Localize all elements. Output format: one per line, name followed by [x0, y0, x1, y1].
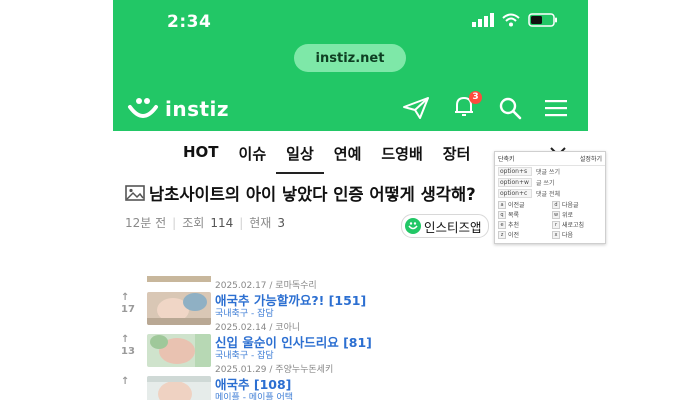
shortcut-key: w [552, 210, 560, 219]
battery-icon [528, 13, 557, 27]
shortcut-row: option+w 글 쓰기 [495, 177, 605, 188]
meta-divider: | [239, 215, 244, 230]
tab-drama[interactable]: 드영배 [371, 140, 432, 174]
shortcut-key: d [552, 200, 560, 209]
shortcut-key: r [552, 220, 560, 229]
shortcut-row: option+c 댓글 전체 [495, 188, 605, 199]
shortcut-desc: 댓글 전체 [536, 191, 560, 198]
tab-market[interactable]: 장터 [433, 140, 481, 174]
list-item[interactable]: ↑ 13 2025.02.14 / 코아니 신입 울순이 인사드리요 [81] 국… [113, 318, 588, 367]
popup-title: 단축키 [498, 156, 515, 163]
shortcut-row: option+s 댓글 쓰기 [495, 166, 605, 177]
shortcut-desc: 목록 [508, 212, 520, 219]
smile-icon [405, 218, 421, 234]
tab-hot[interactable]: HOT [173, 140, 229, 174]
shortcut-item: a 이전글 [498, 200, 548, 209]
shortcut-key: x [552, 230, 560, 239]
rank-marker: ↑ 13 [121, 334, 135, 357]
shortcut-desc: 새로고침 [562, 222, 585, 229]
rank-marker: ↑ [121, 376, 130, 387]
menu-icon[interactable] [544, 98, 568, 118]
smile-logo-icon [128, 98, 158, 118]
app-chip[interactable]: 인스티즈앱 [401, 214, 489, 238]
shortcut-item: d 다음글 [552, 200, 602, 209]
shortcut-desc: 위로 [562, 212, 574, 219]
image-icon [125, 185, 145, 201]
header-actions: 3 [402, 91, 568, 122]
tab-entertainment[interactable]: 연예 [324, 140, 372, 174]
shortcut-desc: 글 쓰기 [536, 180, 555, 187]
shortcut-item: x 다음 [552, 230, 602, 239]
top-header: 2:34 instiz.net instiz 3 [113, 0, 588, 131]
comment-count: [81] [343, 335, 372, 350]
tab-issue[interactable]: 이슈 [229, 140, 277, 174]
shortcut-grid: a 이전글 d 다음글 q 목록 w 위로 e 추천 r 새로고침 z 이전 x 다음 [495, 199, 605, 240]
list-item[interactable]: ↑ 17 2025.02.17 / 로마독수리 애국추 가능할까요?! [151]… [113, 276, 588, 325]
board-name[interactable]: 메이플 - 메이플 어택 [215, 390, 293, 400]
current-count: 3 [277, 215, 285, 230]
shortcut-popup: 단축키 설정하기 option+s 댓글 쓰기 option+w 글 쓰기 op… [494, 151, 606, 244]
shortcut-key: z [498, 230, 506, 239]
post-title-text: 남초사이트의 아이 낳았다 인증 어떻게 생각해? [149, 185, 476, 204]
shortcut-desc: 이전 [508, 232, 520, 239]
shortcut-desc: 다음 [562, 232, 574, 239]
notifications-button[interactable]: 3 [452, 91, 482, 122]
shortcut-desc: 다음글 [562, 202, 579, 209]
tab-daily[interactable]: 일상 [276, 140, 324, 174]
send-icon[interactable] [402, 96, 430, 120]
shortcut-key: a [498, 200, 506, 209]
shortcut-key: option+s [498, 167, 532, 176]
shortcut-desc: 이전글 [508, 202, 525, 209]
rank-marker: ↑ 17 [121, 292, 135, 315]
shortcut-desc: 댓글 쓰기 [536, 169, 560, 176]
popup-header: 단축키 설정하기 [495, 152, 605, 166]
site-logo[interactable]: instiz [125, 95, 229, 123]
current-label: 현재 [249, 216, 272, 230]
shortcut-item: r 새로고침 [552, 220, 602, 229]
status-time: 2:34 [167, 12, 212, 32]
app-chip-label: 인스티즈앱 [424, 219, 482, 235]
category-tabs: HOT 이슈 일상 연예 드영배 장터 [173, 140, 480, 174]
shortcut-item: z 이전 [498, 230, 548, 239]
wifi-icon [502, 13, 520, 27]
shortcut-key: e [498, 220, 506, 229]
list-item[interactable]: ↑ 2025.01.29 / 주양누누돈세키 애국추 [108] 메이플 - 메… [113, 360, 588, 400]
signal-icon [472, 13, 494, 27]
url-bar[interactable]: instiz.net [294, 44, 406, 72]
logo-text: instiz [165, 97, 230, 121]
shortcut-item: q 목록 [498, 210, 548, 219]
views-label: 조회 [182, 216, 205, 230]
shortcut-item: e 추천 [498, 220, 548, 229]
shortcut-item: w 위로 [552, 210, 602, 219]
popup-settings-link[interactable]: 설정하기 [580, 154, 602, 163]
shortcut-desc: 추천 [508, 222, 520, 229]
shortcut-key: option+w [498, 178, 532, 187]
post-time: 12분 전 [125, 216, 167, 230]
status-icons [472, 13, 558, 27]
views-count: 114 [210, 215, 234, 230]
thumbnail [147, 376, 211, 400]
post-meta: 12분 전 | 조회 114 | 현재 3 [125, 214, 285, 231]
notification-badge: 3 [469, 91, 482, 104]
post-title: 남초사이트의 아이 낳았다 인증 어떻게 생각해? [125, 181, 476, 205]
meta-divider: | [172, 215, 177, 230]
comment-count: [151] [328, 293, 367, 308]
shortcut-key: q [498, 210, 506, 219]
search-icon[interactable] [498, 96, 522, 120]
shortcut-key: option+c [498, 189, 532, 198]
